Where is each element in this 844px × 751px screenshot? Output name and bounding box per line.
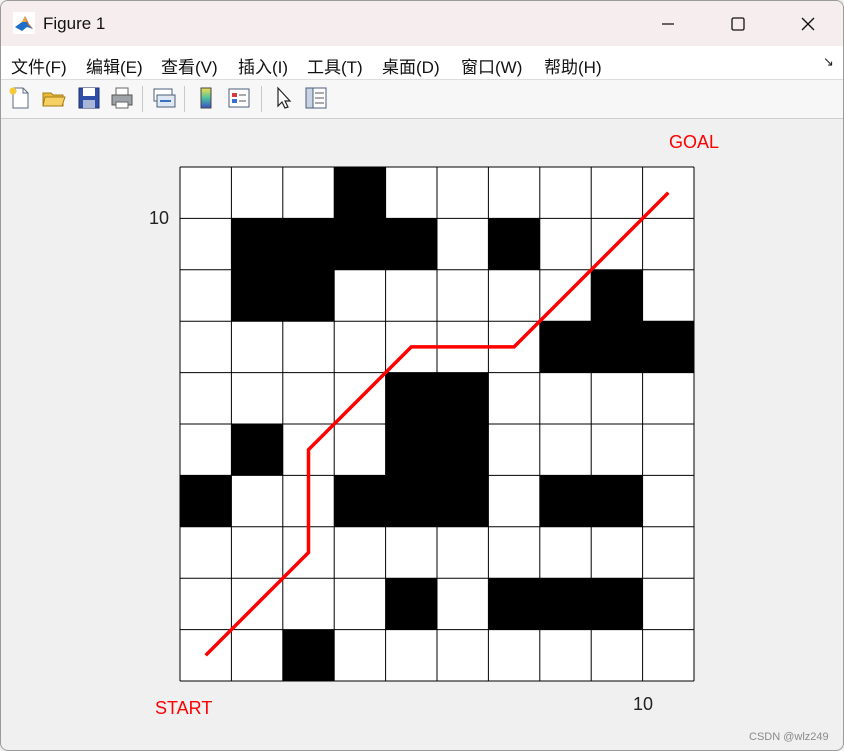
property-inspector-icon[interactable] — [303, 85, 329, 111]
plot-area: 10 10 GOAL START — [1, 119, 843, 750]
print-icon[interactable] — [109, 85, 135, 111]
toolbar-separator — [184, 86, 185, 112]
x-axis-tick-label: 10 — [633, 694, 654, 714]
obstacle-cell — [282, 629, 335, 681]
save-icon[interactable] — [76, 85, 102, 111]
obstacle-cell — [231, 424, 283, 476]
menu-view[interactable]: 查看(V) — [161, 53, 218, 78]
close-button[interactable] — [773, 1, 843, 46]
obstacle-cell — [437, 424, 489, 476]
obstacle-cell — [231, 218, 283, 270]
menu-tools[interactable]: 工具(T) — [307, 53, 363, 78]
obstacle-cell — [385, 475, 437, 527]
obstacle-cell — [488, 218, 540, 270]
goal-label: GOAL — [669, 132, 720, 152]
matlab-logo-icon — [13, 12, 35, 34]
link-plot-icon[interactable] — [151, 85, 177, 111]
menu-edit[interactable]: 编辑(E) — [86, 53, 143, 78]
obstacle-cell — [334, 218, 386, 270]
watermark: CSDN @wlz249 — [749, 731, 829, 743]
obstacle-cell — [437, 372, 489, 424]
menu-window[interactable]: 窗口(W) — [461, 53, 522, 78]
obstacle-cell — [539, 321, 592, 373]
colorbar-icon[interactable] — [193, 85, 219, 111]
close-icon — [801, 17, 815, 30]
obstacle-cell — [642, 321, 694, 373]
obstacle-cell — [282, 218, 335, 270]
obstacle-cell — [385, 372, 437, 424]
window-title: Figure 1 — [43, 14, 106, 33]
obstacle-cell — [539, 475, 592, 527]
obstacle-cell — [334, 475, 386, 527]
start-label: START — [155, 698, 213, 718]
obstacle-cell — [591, 321, 643, 373]
menu-file[interactable]: 文件(F) — [11, 53, 67, 78]
menu-desktop[interactable]: 桌面(D) — [382, 53, 440, 78]
figure-window: Figure 1 文件(F) 编辑(E) 查看(V) 插入(I) 工具(T) 桌… — [0, 0, 844, 751]
dock-arrow-icon[interactable]: ↘ — [823, 54, 834, 70]
toolbar-separator — [261, 86, 262, 112]
menu-insert[interactable]: 插入(I) — [238, 53, 288, 78]
obstacle-cell — [231, 269, 283, 322]
obstacle-cell — [282, 269, 335, 322]
obstacle-cell — [180, 475, 232, 527]
title-bar: Figure 1 — [1, 1, 843, 46]
obstacle-cell — [488, 578, 540, 630]
menu-bar: 文件(F) 编辑(E) 查看(V) 插入(I) 工具(T) 桌面(D) 窗口(W… — [1, 46, 843, 80]
maximize-button[interactable] — [703, 1, 773, 46]
new-figure-icon[interactable] — [7, 85, 33, 111]
toolbar — [1, 80, 843, 119]
minimize-button[interactable] — [633, 1, 703, 46]
menu-help[interactable]: 帮助(H) — [544, 53, 602, 78]
minimize-icon — [662, 22, 674, 25]
maximize-icon — [731, 16, 745, 31]
toolbar-separator — [142, 86, 143, 112]
obstacle-cell — [591, 269, 643, 322]
obstacle-cell — [591, 475, 643, 527]
obstacle-cell — [591, 578, 643, 630]
open-folder-icon[interactable] — [41, 85, 67, 111]
obstacle-cell — [385, 218, 437, 270]
obstacle-cell — [385, 424, 437, 476]
y-axis-tick-label: 10 — [149, 208, 170, 228]
legend-icon[interactable] — [226, 85, 252, 111]
obstacle-cell — [539, 578, 592, 630]
grid-map-plot[interactable] — [1, 119, 843, 750]
obstacle-cell — [385, 578, 437, 630]
obstacle-cell — [437, 475, 489, 527]
pointer-arrow-icon[interactable] — [270, 85, 296, 111]
obstacle-cell — [334, 167, 386, 219]
